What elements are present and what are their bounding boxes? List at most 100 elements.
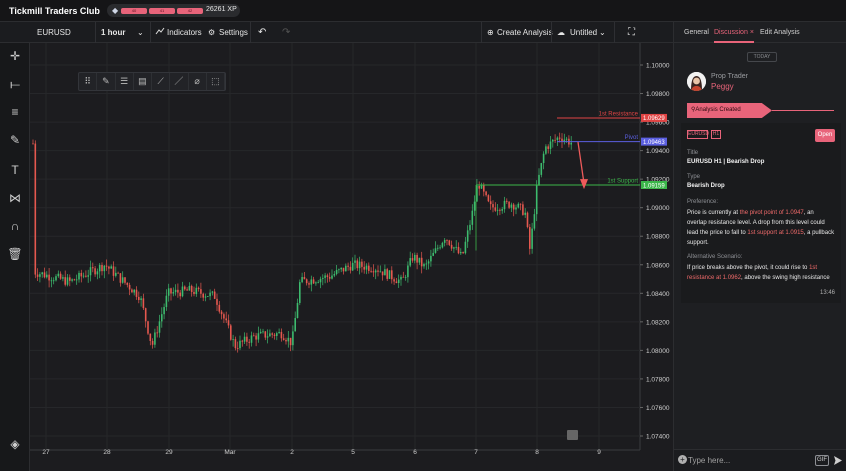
- settings-button[interactable]: Settings: [219, 22, 248, 43]
- candle-body: [69, 277, 71, 281]
- candle-body: [501, 209, 503, 211]
- gif-button[interactable]: GIF: [815, 455, 829, 466]
- text-run: If price breaks above the pivot, it coul…: [687, 265, 810, 271]
- brush-icon[interactable]: ✎: [5, 131, 25, 149]
- candle-body: [305, 279, 308, 284]
- plus-icon[interactable]: +: [678, 455, 687, 464]
- candle-body: [167, 288, 170, 296]
- chat-input[interactable]: [688, 454, 808, 467]
- candle-body: [464, 241, 467, 254]
- candle-body: [89, 267, 92, 276]
- tab-edit-analysis[interactable]: Edit Analysis: [760, 22, 800, 43]
- send-icon[interactable]: [834, 456, 842, 465]
- chevron-down-icon[interactable]: ⌄: [599, 22, 606, 43]
- candle-body: [140, 298, 142, 300]
- candle-body: [331, 275, 333, 279]
- open-button[interactable]: Open: [815, 129, 835, 142]
- price-tick-label: 1.08600: [646, 262, 670, 269]
- candle-body: [232, 339, 234, 340]
- preference-text: Price is currently at the pivot point of…: [687, 208, 835, 248]
- style-icon[interactable]: ▤: [134, 73, 152, 90]
- price-tick-label: 1.08200: [646, 319, 670, 326]
- timeframe-selector[interactable]: 1 hour: [101, 22, 125, 43]
- redo-icon[interactable]: ↷: [282, 22, 290, 43]
- crosshair-icon[interactable]: ✛: [5, 47, 25, 65]
- close-icon[interactable]: ×: [750, 29, 754, 36]
- ruler-icon[interactable]: ／: [170, 73, 189, 90]
- divider: [150, 22, 151, 43]
- candle-body: [487, 195, 490, 202]
- drawing-tools-rail: ✛ ⟝ ≡ ✎ T ⋈ ∩ 🗑 ◈: [0, 43, 30, 471]
- top-bar: Tickmill Traders Club ◆ 40 41 42 26261 X…: [0, 0, 846, 22]
- price-chart[interactable]: 1.10000 1.09800 1.09600 1.09400 1.09200 1.090…: [30, 43, 673, 471]
- candle-body: [170, 288, 172, 294]
- parallel-channel-icon[interactable]: ≡: [5, 103, 25, 121]
- candle-body: [386, 269, 388, 279]
- candle-body: [135, 289, 138, 297]
- candlestick-chart[interactable]: 1.100001.098001.096001.094001.092001.090…: [30, 43, 673, 471]
- candle-body: [227, 320, 230, 326]
- create-analysis-button[interactable]: Create Analysis: [497, 22, 553, 43]
- candle-body: [404, 277, 407, 278]
- layout-name[interactable]: Untitled: [570, 22, 597, 43]
- line-style-icon[interactable]: ⟋: [152, 73, 171, 90]
- indicators-button[interactable]: Indicators: [167, 22, 202, 43]
- title-label: Title: [687, 150, 699, 156]
- price-tick-label: 1.10000: [646, 63, 670, 70]
- magnet-icon[interactable]: ∩: [5, 217, 25, 235]
- candle-body: [85, 275, 87, 277]
- drag-handle-icon[interactable]: ⠿: [79, 73, 98, 90]
- candle-body: [266, 336, 269, 338]
- indicators-icon: [155, 22, 165, 43]
- candle-body: [425, 263, 428, 265]
- candle-body: [558, 137, 561, 139]
- pattern-icon[interactable]: ⋈: [5, 189, 25, 207]
- candle-body: [338, 269, 340, 271]
- candle-body: [149, 333, 152, 341]
- alternative-text: If price breaks above the pivot, it coul…: [687, 263, 835, 283]
- candle-body: [218, 304, 221, 312]
- eraser-icon[interactable]: ⌀: [189, 73, 207, 90]
- fullscreen-icon[interactable]: ⛶: [628, 22, 635, 43]
- symbol-badge: EURUSD: [687, 130, 710, 139]
- selection-icon[interactable]: ⬚: [207, 73, 225, 90]
- candle-body: [82, 275, 85, 277]
- time-tick-label: 5: [351, 449, 355, 456]
- candle-body: [128, 284, 131, 290]
- candle-body: [287, 337, 290, 342]
- candle-body: [55, 276, 57, 281]
- candle-body: [138, 296, 140, 300]
- tab-discussion[interactable]: Discussion ×: [714, 22, 754, 43]
- symbol-selector[interactable]: EURUSD: [37, 22, 71, 43]
- candle-body: [202, 293, 204, 298]
- tab-general[interactable]: General: [684, 22, 709, 43]
- horizontal-line-icon[interactable]: ⟝: [5, 75, 25, 93]
- candle-body: [496, 209, 499, 211]
- xp-progress[interactable]: ◆ 40 41 42 26261 XP: [107, 4, 240, 17]
- pencil-icon[interactable]: ✎: [97, 73, 116, 90]
- author-name[interactable]: Peggy: [711, 82, 734, 91]
- candle-body: [186, 289, 188, 291]
- undo-icon[interactable]: ↶: [258, 22, 266, 43]
- candle-body: [133, 289, 135, 293]
- highlight-text: 1st support at 1.0915: [747, 230, 804, 236]
- chevron-down-icon[interactable]: ⌄: [137, 22, 144, 43]
- layers-icon[interactable]: ◈: [5, 435, 25, 453]
- trash-icon[interactable]: 🗑: [5, 245, 25, 263]
- candle-body: [115, 272, 117, 276]
- text-icon[interactable]: T: [5, 161, 25, 179]
- candle-body: [264, 331, 267, 338]
- candle-body: [308, 283, 310, 285]
- lines-icon[interactable]: ☰: [116, 73, 134, 90]
- candle-body: [285, 339, 287, 342]
- type-label: Type: [687, 174, 701, 180]
- candle-body: [188, 285, 191, 291]
- candle-body: [570, 142, 572, 145]
- candle-body: [506, 200, 508, 202]
- candle-body: [540, 163, 543, 175]
- candle-body: [363, 266, 365, 270]
- text-run: , above the swing high resistance: [741, 275, 830, 281]
- candle-body: [94, 268, 96, 275]
- candle-body: [98, 264, 101, 272]
- divider: [614, 22, 615, 43]
